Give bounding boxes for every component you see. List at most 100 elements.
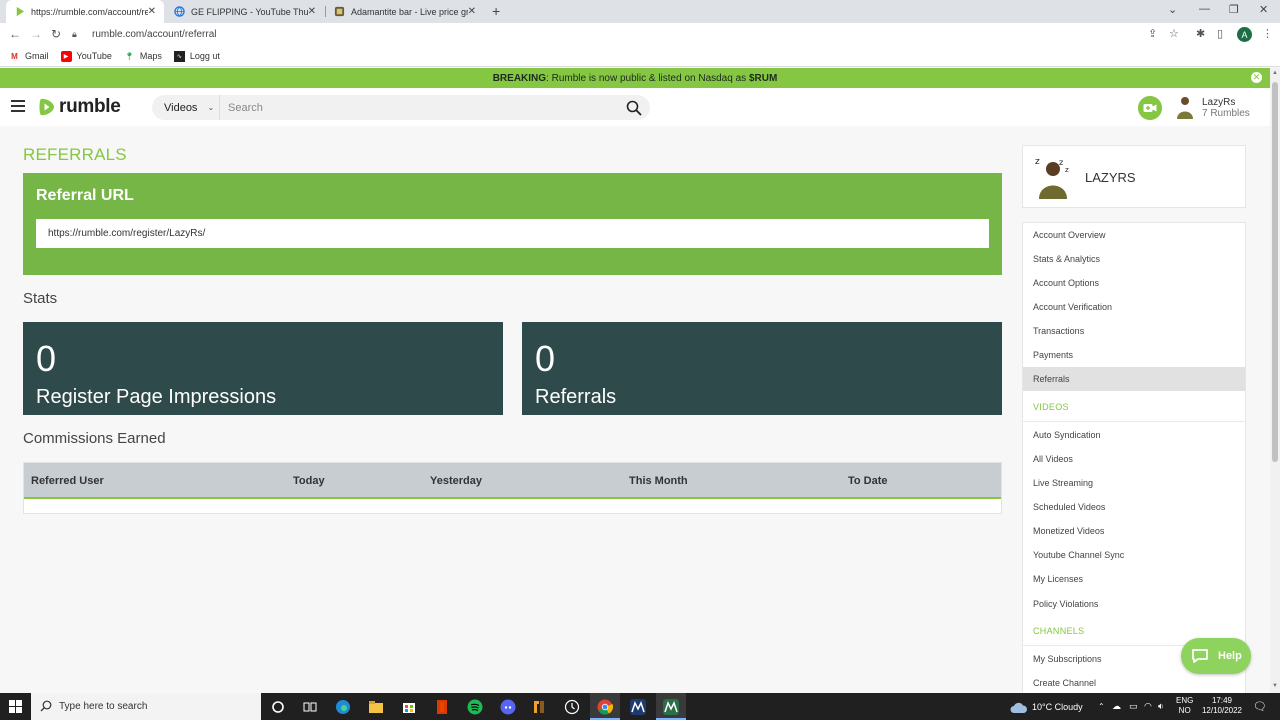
- stats-heading: Stats: [23, 290, 58, 307]
- sidebar-item-referrals[interactable]: Referrals: [1023, 367, 1245, 391]
- runelite-icon[interactable]: [531, 699, 547, 715]
- sidebar-item-monetized-videos[interactable]: Monetized Videos: [1023, 519, 1245, 543]
- file-explorer-icon[interactable]: [368, 699, 384, 715]
- search-category-select[interactable]: Videos ⌄: [152, 95, 220, 120]
- scroll-thumb[interactable]: [1272, 82, 1278, 462]
- tab-adamantite-bar[interactable]: Adamantite bar - Live price grap ✕: [326, 0, 484, 23]
- windows-start-icon[interactable]: [9, 700, 22, 713]
- active-app-taskbar-slot[interactable]: [656, 693, 686, 720]
- bookmark-maps[interactable]: 📍︎ Maps: [124, 51, 162, 62]
- user-name[interactable]: LazyRs: [1202, 97, 1235, 108]
- sidebar-item-auto-syndication[interactable]: Auto Syndication: [1023, 423, 1245, 447]
- tray-overflow-icon[interactable]: ⌃: [1098, 693, 1105, 720]
- tab-search-chevron-icon[interactable]: ⌄: [1168, 3, 1177, 16]
- tab-close-icon[interactable]: ✕: [468, 6, 476, 17]
- store-icon[interactable]: [401, 699, 417, 715]
- tab-youtube-thumbnail[interactable]: GE FLIPPING - YouTube Thumbn ✕: [166, 0, 324, 23]
- notifications-icon[interactable]: 🗨︎: [1253, 693, 1267, 720]
- restore-icon[interactable]: ❐: [1229, 3, 1239, 16]
- back-icon[interactable]: ←: [9, 27, 21, 41]
- sidebar-item-create-channel[interactable]: Create Channel: [1023, 671, 1245, 695]
- task-view-icon[interactable]: [302, 699, 318, 715]
- windows-taskbar: Type here to search 10°C Cloudy ⌃ ☁︎ ▭ ◠…: [0, 693, 1280, 720]
- edge-icon[interactable]: [335, 699, 351, 715]
- clock-app-icon[interactable]: [564, 699, 580, 715]
- sidebar-item-transactions[interactable]: Transactions: [1023, 319, 1245, 343]
- commissions-heading: Commissions Earned: [23, 430, 166, 447]
- upload-video-icon[interactable]: [1138, 96, 1162, 120]
- chrome-taskbar-slot[interactable]: [590, 693, 620, 720]
- help-button[interactable]: Help: [1181, 638, 1251, 674]
- bookmark-youtube[interactable]: ▶ YouTube: [60, 50, 112, 62]
- search-icon[interactable]: [626, 100, 642, 116]
- minimize-icon[interactable]: —: [1199, 3, 1210, 15]
- scroll-down-icon[interactable]: ▼: [1272, 683, 1278, 689]
- rumble-logo[interactable]: rumble: [38, 96, 121, 118]
- bookmark-logg-ut[interactable]: ∿ Logg ut: [173, 50, 220, 62]
- discord-icon[interactable]: [500, 699, 516, 715]
- bookmark-label: Maps: [139, 51, 162, 61]
- breaking-news-banner[interactable]: BREAKING : Rumble is now public & listed…: [0, 68, 1270, 88]
- url-field[interactable]: 🔒︎ rumble.com/account/referral: [72, 25, 1152, 44]
- site-header: rumble Videos ⌄ LazyRs 7 Rumbles: [0, 88, 1270, 126]
- page-scrollbar[interactable]: ▲ ▼: [1270, 68, 1280, 693]
- sidebar-item-all-videos[interactable]: All Videos: [1023, 447, 1245, 471]
- bookmark-gmail[interactable]: M Gmail: [9, 51, 49, 62]
- bookmarks-bar: M Gmail ▶ YouTube 📍︎ Maps ∿ Logg ut: [0, 46, 1280, 67]
- hamburger-menu-icon[interactable]: [11, 100, 25, 112]
- sidebar-item-live-streaming[interactable]: Live Streaming: [1023, 471, 1245, 495]
- bookmark-star-icon[interactable]: ☆: [1169, 27, 1179, 40]
- app-m-icon[interactable]: [630, 699, 646, 715]
- sidebar-item-youtube-channel-sync[interactable]: Youtube Channel Sync: [1023, 543, 1245, 567]
- close-banner-icon[interactable]: ✕: [1251, 72, 1262, 83]
- tab-rumble-referral[interactable]: https://rumble.com/account/refe ✕: [6, 0, 164, 23]
- wifi-icon[interactable]: ◠: [1144, 693, 1152, 720]
- user-avatar[interactable]: [1174, 95, 1196, 119]
- forward-icon[interactable]: →: [30, 27, 42, 41]
- language-indicator[interactable]: ENG NO: [1176, 696, 1193, 716]
- sidebar-item-account-options[interactable]: Account Options: [1023, 271, 1245, 295]
- scroll-up-icon[interactable]: ▲: [1272, 70, 1278, 76]
- browser-profile-avatar[interactable]: A: [1237, 27, 1252, 42]
- referral-url-panel: Referral URL https://rumble.com/register…: [23, 173, 1002, 275]
- sidebar-profile-card[interactable]: z z z LAZYRS: [1022, 145, 1246, 208]
- extensions-icon[interactable]: ✱: [1196, 27, 1205, 40]
- share-icon[interactable]: ⇪: [1148, 27, 1157, 40]
- bookmark-label: YouTube: [76, 51, 112, 61]
- sidebar-item-account-overview[interactable]: Account Overview: [1023, 223, 1245, 247]
- side-panel-icon[interactable]: ▯: [1217, 27, 1223, 40]
- browser-menu-icon[interactable]: ⋮: [1262, 27, 1273, 40]
- breaking-label: BREAKING: [492, 72, 547, 84]
- sidebar-item-stats-analytics[interactable]: Stats & Analytics: [1023, 247, 1245, 271]
- new-tab-icon[interactable]: +: [492, 3, 500, 19]
- referral-url-field[interactable]: https://rumble.com/register/LazyRs/: [36, 219, 989, 248]
- maps-pin-icon: 📍︎: [124, 51, 135, 61]
- close-window-icon[interactable]: ✕: [1259, 3, 1268, 16]
- search-bar: Videos ⌄: [152, 95, 650, 120]
- column-header-yesterday: Yesterday: [430, 475, 482, 487]
- sidebar-item-my-licenses[interactable]: My Licenses: [1023, 567, 1245, 591]
- tab-title: GE FLIPPING - YouTube Thumbn: [191, 6, 308, 17]
- sidebar-item-payments[interactable]: Payments: [1023, 343, 1245, 367]
- tab-close-icon[interactable]: ✕: [308, 6, 316, 17]
- cloud-weather-icon: [1010, 702, 1027, 713]
- battery-icon[interactable]: ▭: [1129, 693, 1138, 720]
- sidebar-item-scheduled-videos[interactable]: Scheduled Videos: [1023, 495, 1245, 519]
- breaking-text: : Rumble is now public & listed on Nasda…: [546, 72, 749, 84]
- clock[interactable]: 17:49 12/10/2022: [1200, 696, 1244, 716]
- search-input[interactable]: [228, 101, 618, 114]
- tab-close-icon[interactable]: ✕: [148, 6, 156, 17]
- weather-widget[interactable]: 10°C Cloudy: [1032, 693, 1083, 720]
- network-status-icon[interactable]: ☁︎: [1112, 693, 1121, 720]
- sidebar-item-account-verification[interactable]: Account Verification: [1023, 295, 1245, 319]
- bookmark-label: Gmail: [25, 51, 49, 61]
- spotify-icon[interactable]: [467, 699, 483, 715]
- cortana-icon[interactable]: [270, 699, 286, 715]
- clock-date: 12/10/2022: [1201, 706, 1243, 715]
- volume-icon[interactable]: 🔉︎: [1158, 693, 1164, 720]
- osrs-favicon-icon: [334, 6, 345, 17]
- reload-icon[interactable]: ↻: [51, 27, 61, 41]
- office-icon[interactable]: [434, 699, 450, 715]
- taskbar-search-box[interactable]: Type here to search: [31, 693, 261, 720]
- sidebar-item-policy-violations[interactable]: Policy Violations: [1023, 592, 1245, 616]
